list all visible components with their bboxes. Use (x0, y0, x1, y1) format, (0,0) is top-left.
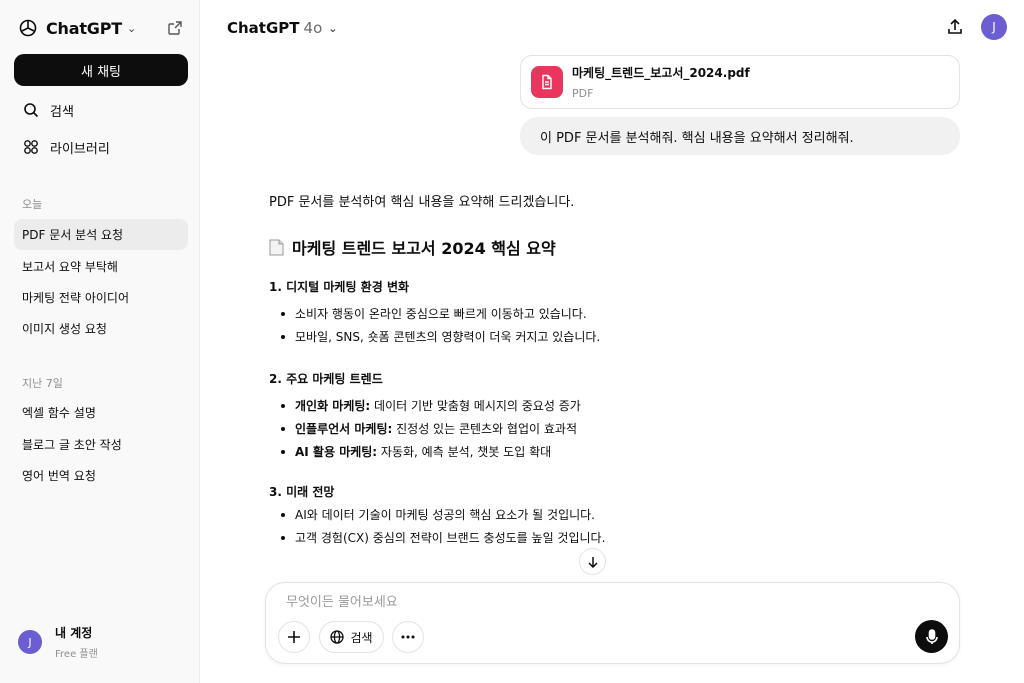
history-item[interactable]: 마케팅 전략 아이디어 (14, 282, 188, 313)
file-icon (531, 66, 563, 98)
sidebar-header: ChatGPT ⌄ (18, 16, 184, 40)
list-item: 소비자 행동이 온라인 중심으로 빠르게 이동하고 있습니다. (281, 305, 961, 322)
chatgpt-logo-icon[interactable] (18, 18, 38, 38)
chevron-down-icon: ⌄ (328, 21, 338, 35)
list-item: AI 활용 마케팅: 자동화, 예측 분석, 챗봇 도입 확대 (281, 443, 961, 460)
history-item[interactable]: 블로그 글 초안 작성 (14, 429, 188, 460)
section-heading: 2. 주요 마케팅 트렌드 (269, 372, 383, 386)
model-version: 4o (303, 19, 323, 37)
user-message: 이 PDF 문서를 분석해줘. 핵심 내용을 요약해서 정리해줘. (520, 117, 960, 155)
chevron-down-icon[interactable]: ⌄ (127, 22, 136, 35)
file-attachment[interactable]: 마케팅_트렌드_보고서_2024.pdf PDF (520, 55, 960, 109)
prompt-input[interactable] (286, 595, 886, 610)
avatar[interactable]: J (981, 14, 1007, 40)
list-item: 고객 경험(CX) 중심의 전략이 브랜드 충성도를 높일 것입니다. (281, 529, 961, 546)
scroll-to-bottom-button[interactable] (579, 548, 606, 575)
plus-icon (288, 631, 300, 643)
sidebar-nav-label: 라이브러리 (50, 141, 110, 157)
share-icon[interactable] (944, 16, 966, 38)
sidebar-nav-label: 검색 (50, 104, 74, 120)
section-label-today: 오늘 (22, 198, 43, 211)
response-title-text: 마케팅 트렌드 보고서 2024 핵심 요약 (292, 239, 556, 258)
list-item: 인플루언서 마케팅: 진정성 있는 콘텐츠와 협업이 효과적 (281, 420, 961, 437)
search-icon (22, 101, 40, 119)
more-icon (401, 635, 415, 639)
brand-name[interactable]: ChatGPT (46, 19, 122, 38)
new-window-icon[interactable] (166, 19, 184, 37)
new-chat-button[interactable]: 새 채팅 (14, 54, 188, 86)
file-type: PDF (572, 87, 594, 100)
add-attachment-button[interactable] (278, 621, 310, 653)
history-item[interactable]: 엑셀 함수 설명 (14, 397, 188, 428)
mic-icon (925, 628, 938, 644)
model-name: ChatGPT (227, 19, 300, 37)
account-name: 내 계정 (55, 626, 93, 640)
arrow-down-icon (587, 556, 598, 568)
account-plan: Free 플랜 (55, 649, 98, 660)
list-item: 모바일, SNS, 숏폼 콘텐츠의 영향력이 더욱 커지고 있습니다. (281, 328, 961, 345)
list-item: 개인화 마케팅: 데이터 기반 맞춤형 메시지의 중요성 증가 (281, 397, 961, 414)
section-label-last-7-days: 지난 7일 (22, 377, 63, 390)
response-title: 마케팅 트렌드 보고서 2024 핵심 요약 (269, 235, 969, 259)
sidebar-nav-search[interactable]: 검색 (14, 95, 188, 125)
section-heading: 1. 디지털 마케팅 환경 변화 (269, 280, 410, 294)
more-tools-button[interactable] (392, 621, 424, 653)
sidebar: ChatGPT ⌄ 새 채팅 검색 라이브러리 오늘 PDF 문서 분석 요청 … (0, 0, 200, 683)
document-icon (269, 239, 284, 255)
search-toggle-button[interactable]: 검색 (319, 621, 384, 653)
response-intro: PDF 문서를 분석하여 핵심 내용을 요약해 드리겠습니다. (269, 195, 575, 210)
voice-input-button[interactable] (915, 620, 948, 653)
sidebar-nav-library[interactable]: 라이브러리 (14, 132, 188, 162)
model-selector[interactable]: ChatGPT 4o ⌄ (227, 17, 337, 39)
globe-icon (330, 630, 345, 644)
history-item[interactable]: 영어 번역 요청 (14, 460, 188, 491)
history-item[interactable]: 이미지 생성 요청 (14, 313, 188, 344)
section-heading: 3. 미래 전망 (269, 485, 335, 499)
history-item[interactable]: PDF 문서 분석 요청 (14, 219, 188, 250)
search-toggle-label: 검색 (350, 630, 373, 645)
library-icon (22, 138, 40, 156)
file-name: 마케팅_트렌드_보고서_2024.pdf (572, 66, 750, 80)
composer: 검색 (265, 582, 960, 664)
account-menu[interactable]: J 내 계정 Free 플랜 (18, 624, 98, 660)
history-item[interactable]: 보고서 요약 부탁해 (14, 251, 188, 282)
avatar: J (18, 630, 42, 654)
list-item: AI와 데이터 기술이 마케팅 성공의 핵심 요소가 될 것입니다. (281, 506, 961, 523)
